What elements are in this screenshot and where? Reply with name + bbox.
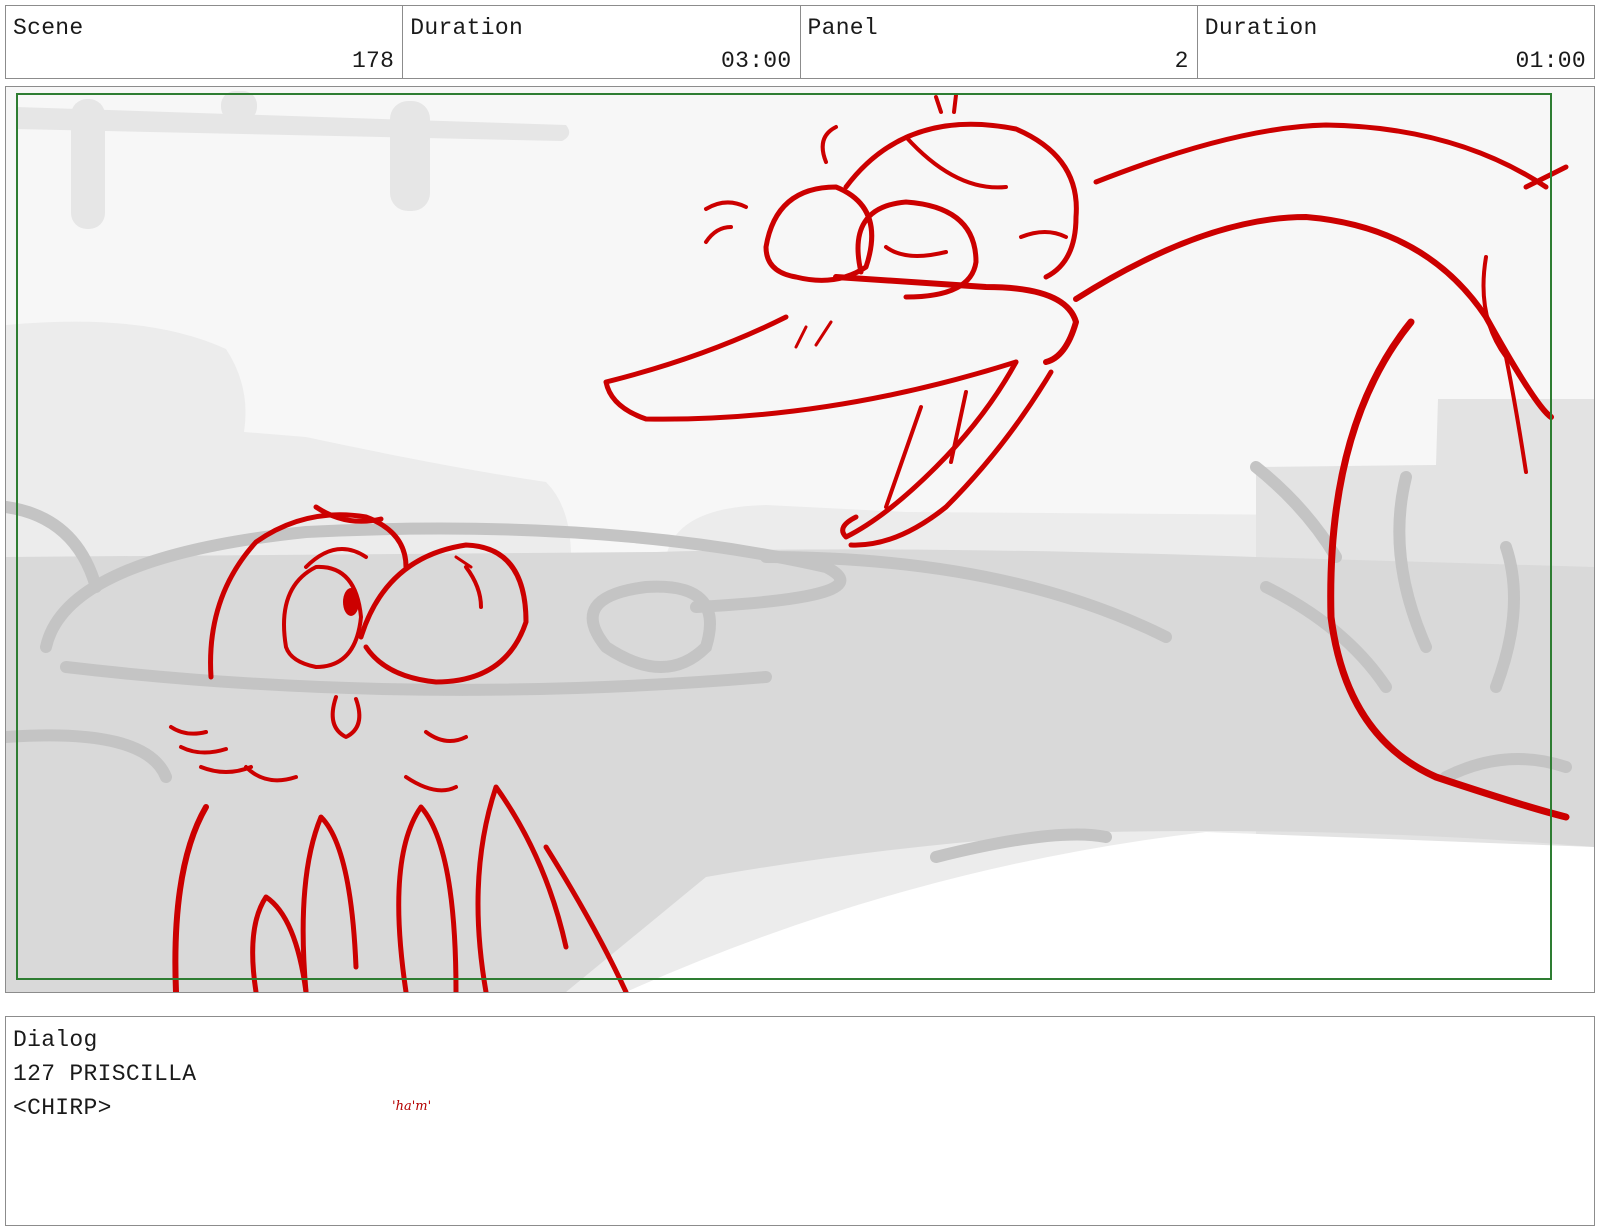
- panel-drawing: [6, 87, 1594, 992]
- scene-label: Scene: [13, 15, 84, 41]
- dialog-character-line: 127 PRISCILLA: [13, 1061, 197, 1087]
- scene-duration-label: Duration: [410, 15, 524, 41]
- scene-duration-cell[interactable]: Duration 03:00: [403, 6, 801, 78]
- storyboard-panel[interactable]: [5, 86, 1595, 993]
- panel-number: 2: [1174, 48, 1189, 74]
- dialog-box[interactable]: Dialog 127 PRISCILLA <CHIRP> 'ha'm': [5, 1016, 1595, 1226]
- handwritten-scribble: 'ha'm': [392, 1099, 432, 1114]
- panel-duration-label: Duration: [1204, 15, 1318, 41]
- dialog-text-line: <CHIRP>: [13, 1095, 112, 1121]
- panel-duration-value: 01:00: [1515, 48, 1586, 74]
- dialog-heading: Dialog: [13, 1027, 98, 1053]
- storyboard-header: Scene 178 Duration 03:00 Panel 2 Duratio…: [5, 5, 1595, 79]
- panel-cell[interactable]: Panel 2: [801, 6, 1198, 78]
- panel-label: Panel: [807, 15, 879, 41]
- scene-cell[interactable]: Scene 178: [6, 6, 404, 78]
- scene-number: 178: [351, 48, 395, 74]
- scene-duration-value: 03:00: [720, 48, 792, 74]
- panel-duration-cell[interactable]: Duration 01:00: [1198, 6, 1594, 78]
